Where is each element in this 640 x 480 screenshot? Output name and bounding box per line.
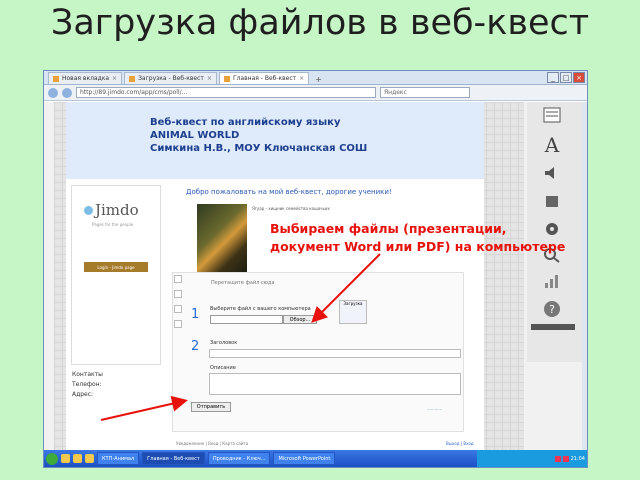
- annotation-arrows: [100, 253, 381, 421]
- arrow-to-send: [100, 395, 188, 421]
- arrow-to-browse: [311, 253, 381, 323]
